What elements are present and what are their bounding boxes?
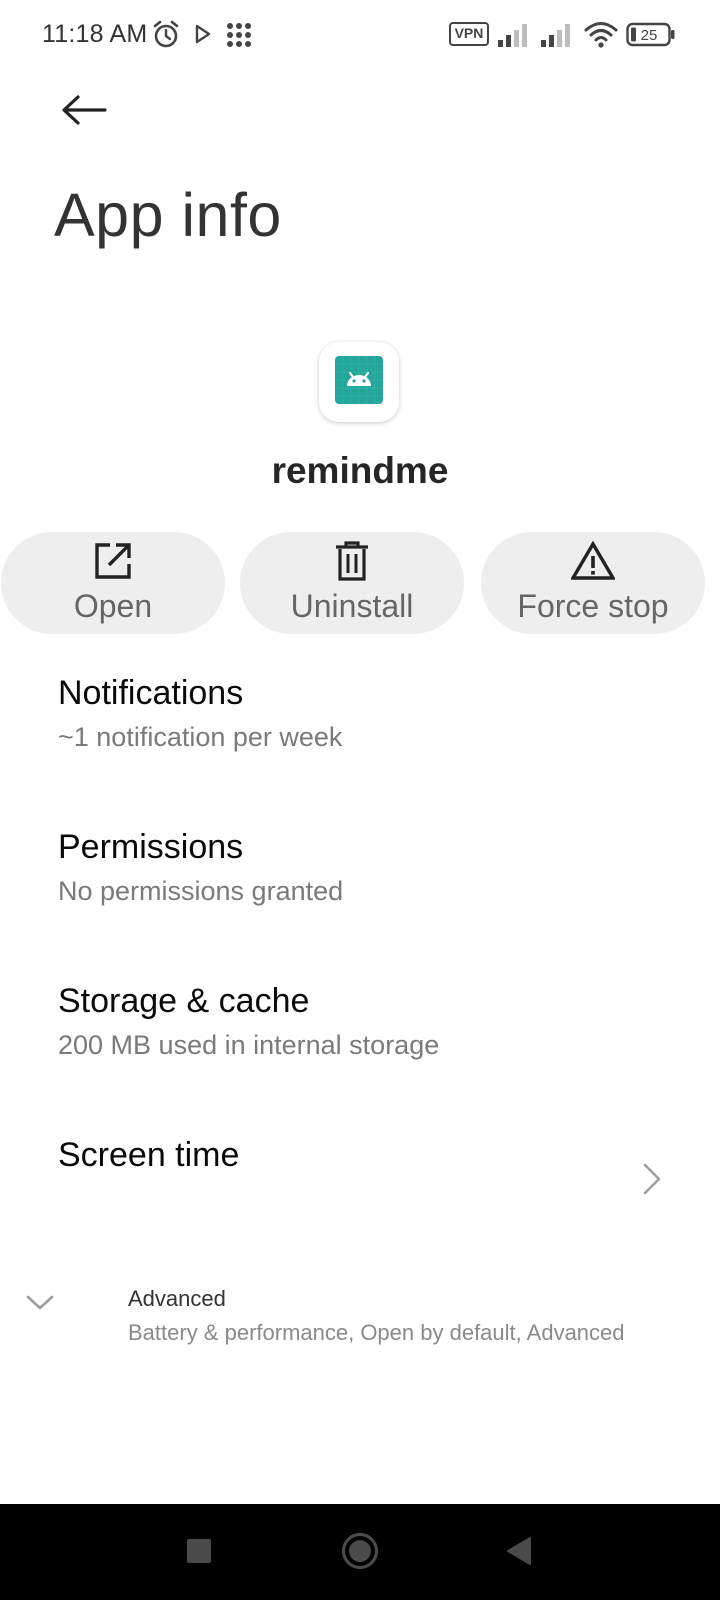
back-nav-button[interactable] bbox=[494, 1528, 544, 1578]
item-subtitle: ~1 notification per week bbox=[58, 722, 343, 752]
open-external-icon bbox=[1, 538, 225, 584]
signal-icon bbox=[540, 22, 576, 53]
screen-time-item[interactable]: Screen time bbox=[0, 1136, 720, 1286]
open-label: Open bbox=[73, 588, 153, 624]
home-button[interactable] bbox=[335, 1528, 385, 1578]
item-title: Notifications bbox=[58, 674, 244, 712]
uninstall-button[interactable]: Uninstall bbox=[240, 532, 464, 634]
vpn-icon: VPN bbox=[449, 22, 489, 46]
home-icon bbox=[340, 1531, 380, 1576]
open-button[interactable]: Open bbox=[1, 532, 225, 634]
permissions-item[interactable]: Permissions No permissions granted bbox=[0, 828, 720, 978]
item-subtitle: 200 MB used in internal storage bbox=[58, 1030, 440, 1060]
force-stop-label: Force stop bbox=[517, 588, 669, 624]
battery-level: 25 bbox=[641, 27, 658, 44]
recents-icon bbox=[186, 1538, 212, 1569]
item-title: Permissions bbox=[58, 828, 244, 866]
storage-cache-item[interactable]: Storage & cache 200 MB used in internal … bbox=[0, 982, 720, 1132]
advanced-title: Advanced bbox=[128, 1286, 226, 1311]
page-title: App info bbox=[54, 181, 282, 249]
android-icon bbox=[335, 355, 383, 409]
battery-icon: 25 bbox=[626, 22, 676, 53]
app-icon bbox=[319, 342, 399, 422]
arrow-left-icon bbox=[61, 94, 107, 131]
back-triangle-icon bbox=[505, 1536, 533, 1571]
notifications-item[interactable]: Notifications ~1 notification per week bbox=[0, 674, 720, 824]
item-title: Screen time bbox=[58, 1136, 240, 1174]
status-bar: 11:18 AM VPN 25 bbox=[0, 0, 720, 70]
advanced-subtitle: Battery & performance, Open by default, … bbox=[128, 1320, 625, 1345]
force-stop-button[interactable]: Force stop bbox=[481, 532, 705, 634]
chevron-right-icon bbox=[642, 1162, 662, 1201]
item-title: Storage & cache bbox=[58, 982, 310, 1020]
signal-icon bbox=[497, 22, 533, 53]
chevron-down-icon bbox=[24, 1292, 56, 1317]
alarm-icon bbox=[152, 19, 180, 54]
uninstall-label: Uninstall bbox=[290, 588, 414, 624]
navigation-bar bbox=[0, 1504, 720, 1600]
back-button[interactable] bbox=[52, 84, 116, 140]
wifi-icon bbox=[584, 21, 618, 54]
play-icon bbox=[195, 24, 211, 49]
advanced-item[interactable]: Advanced Battery & performance, Open by … bbox=[0, 1272, 720, 1362]
status-time: 11:18 AM bbox=[42, 20, 148, 48]
app-name: remindme bbox=[271, 450, 449, 491]
apps-grid-icon bbox=[226, 22, 252, 53]
app-info-screen: 11:18 AM VPN 25 App info remindme Open U… bbox=[0, 0, 720, 1600]
recents-button[interactable] bbox=[174, 1528, 224, 1578]
item-subtitle: No permissions granted bbox=[58, 876, 344, 906]
warning-icon bbox=[481, 538, 705, 584]
trash-icon bbox=[240, 538, 464, 584]
